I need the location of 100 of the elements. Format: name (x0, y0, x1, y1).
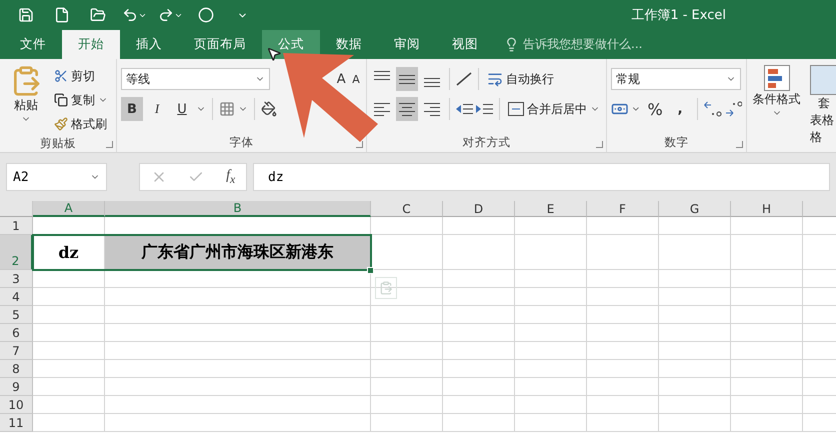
table-cell[interactable] (371, 378, 443, 396)
save-icon[interactable] (18, 7, 34, 23)
row-header[interactable]: 10 (0, 396, 33, 414)
table-cell[interactable] (33, 396, 105, 414)
table-cell[interactable] (731, 217, 803, 235)
row-header[interactable]: 4 (0, 288, 33, 306)
table-cell[interactable] (659, 270, 731, 288)
table-cell[interactable] (105, 324, 371, 342)
table-cell[interactable] (731, 324, 803, 342)
table-cell[interactable] (371, 306, 443, 324)
table-cell[interactable] (587, 342, 659, 360)
comma-button[interactable]: , (669, 97, 692, 121)
ribbon-tab[interactable]: 数据 (320, 30, 378, 59)
table-cell[interactable] (731, 414, 803, 432)
open-folder-icon[interactable] (90, 7, 106, 23)
horizontal-align-button[interactable] (396, 97, 418, 121)
table-cell[interactable] (371, 217, 443, 235)
copy-button[interactable]: 复制 (52, 89, 110, 111)
table-cell[interactable] (515, 342, 587, 360)
underline-button[interactable]: U (171, 97, 193, 121)
table-cell[interactable] (587, 235, 659, 270)
table-cell[interactable] (105, 306, 371, 324)
bottom-align-icon[interactable] (424, 78, 440, 87)
bold-button[interactable]: B (121, 97, 143, 121)
select-all-corner[interactable] (0, 201, 33, 217)
merge-center-button[interactable]: 合并后居中 (506, 98, 602, 120)
table-cell[interactable] (371, 360, 443, 378)
column-header[interactable]: B (105, 201, 371, 217)
table-cell[interactable] (515, 360, 587, 378)
circle-icon[interactable] (198, 7, 214, 23)
grow-font-button[interactable]: A (335, 67, 348, 91)
font-name-field[interactable]: 等线 (121, 68, 270, 90)
table-cell[interactable] (731, 378, 803, 396)
table-cell[interactable] (731, 396, 803, 414)
borders-icon[interactable] (219, 101, 235, 117)
row-header[interactable]: 11 (0, 414, 33, 432)
table-cell[interactable]: 广东省广州市海珠区新港东 (105, 235, 371, 270)
table-cell[interactable] (731, 306, 803, 324)
row-header[interactable]: 2 (0, 235, 33, 270)
row-header[interactable]: 9 (0, 378, 33, 396)
table-cell[interactable] (33, 324, 105, 342)
table-cell[interactable] (105, 414, 371, 432)
table-cell[interactable] (731, 288, 803, 306)
table-cell[interactable] (105, 360, 371, 378)
table-cell[interactable] (515, 270, 587, 288)
table-cell[interactable] (371, 414, 443, 432)
tell-me-field[interactable]: 告诉我您想要做什么... (523, 36, 642, 53)
align-center-icon[interactable] (399, 102, 415, 116)
table-cell[interactable] (371, 270, 443, 288)
table-cell[interactable] (33, 306, 105, 324)
percent-button[interactable]: % (644, 97, 666, 121)
table-cell[interactable] (443, 396, 515, 414)
table-cell[interactable] (731, 342, 803, 360)
table-cell[interactable] (443, 288, 515, 306)
table-cell[interactable] (731, 235, 803, 270)
table-cell[interactable] (515, 235, 587, 270)
redo-icon[interactable] (158, 7, 174, 23)
table-cell[interactable] (443, 342, 515, 360)
table-cell[interactable] (587, 217, 659, 235)
table-cell[interactable] (731, 270, 803, 288)
table-cell[interactable] (731, 360, 803, 378)
row-header[interactable]: 7 (0, 342, 33, 360)
formula-bar[interactable]: dz (253, 163, 830, 191)
table-cell[interactable] (515, 324, 587, 342)
vertical-align-button[interactable] (396, 67, 418, 91)
table-cell[interactable] (443, 217, 515, 235)
table-cell[interactable] (33, 360, 105, 378)
table-cell[interactable] (443, 378, 515, 396)
table-cell[interactable] (659, 396, 731, 414)
ribbon-tab[interactable]: 页面布局 (178, 30, 262, 59)
table-cell[interactable] (587, 324, 659, 342)
fill-color-icon[interactable] (261, 101, 277, 117)
table-cell[interactable] (443, 324, 515, 342)
dialog-launcher-icon[interactable] (106, 141, 113, 148)
column-header[interactable]: F (587, 201, 659, 217)
table-cell[interactable] (587, 270, 659, 288)
table-cell[interactable] (33, 342, 105, 360)
table-cell[interactable] (443, 306, 515, 324)
top-align-icon[interactable] (374, 71, 390, 80)
table-cell[interactable] (105, 378, 371, 396)
increase-decimal-icon[interactable] (704, 101, 722, 117)
ribbon-tab[interactable]: 视图 (436, 30, 494, 59)
table-cell[interactable] (371, 324, 443, 342)
column-header[interactable]: D (443, 201, 515, 217)
column-header[interactable]: H (731, 201, 803, 217)
table-cell[interactable] (659, 342, 731, 360)
table-cell[interactable] (515, 306, 587, 324)
row-header[interactable]: 3 (0, 270, 33, 288)
table-cell[interactable] (659, 414, 731, 432)
table-cell[interactable] (587, 414, 659, 432)
table-cell[interactable] (659, 306, 731, 324)
table-cell[interactable] (443, 360, 515, 378)
table-cell[interactable] (33, 414, 105, 432)
table-cell[interactable] (659, 235, 731, 270)
ribbon-tab[interactable]: 开始 (62, 30, 120, 59)
table-cell[interactable] (587, 378, 659, 396)
italic-button[interactable]: I (146, 97, 168, 121)
row-header[interactable]: 6 (0, 324, 33, 342)
table-cell[interactable] (515, 288, 587, 306)
name-box[interactable]: A2 (6, 163, 107, 191)
